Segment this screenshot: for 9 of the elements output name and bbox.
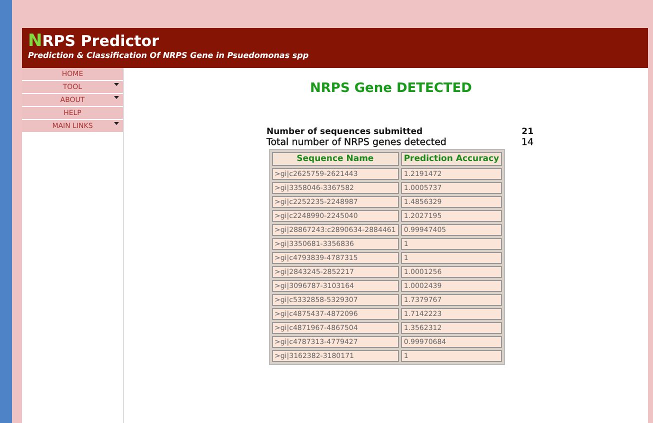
summary-label: Number of sequences submitted bbox=[266, 127, 423, 137]
site-logo[interactable]: NRPS Predictor bbox=[28, 33, 648, 49]
summary-value: 14 bbox=[521, 137, 534, 149]
summary-label: Total number of NRPS genes detected bbox=[266, 137, 446, 149]
column-header: Sequence Name bbox=[272, 152, 399, 166]
tagline: Prediction & Classification Of NRPS Gene in Psuedomonas spp bbox=[28, 51, 310, 60]
result-heading: NRPS Gene DETECTED bbox=[310, 81, 472, 96]
summary-value: 21 bbox=[522, 127, 534, 137]
column-header: Prediction Accuracy bbox=[400, 152, 502, 166]
